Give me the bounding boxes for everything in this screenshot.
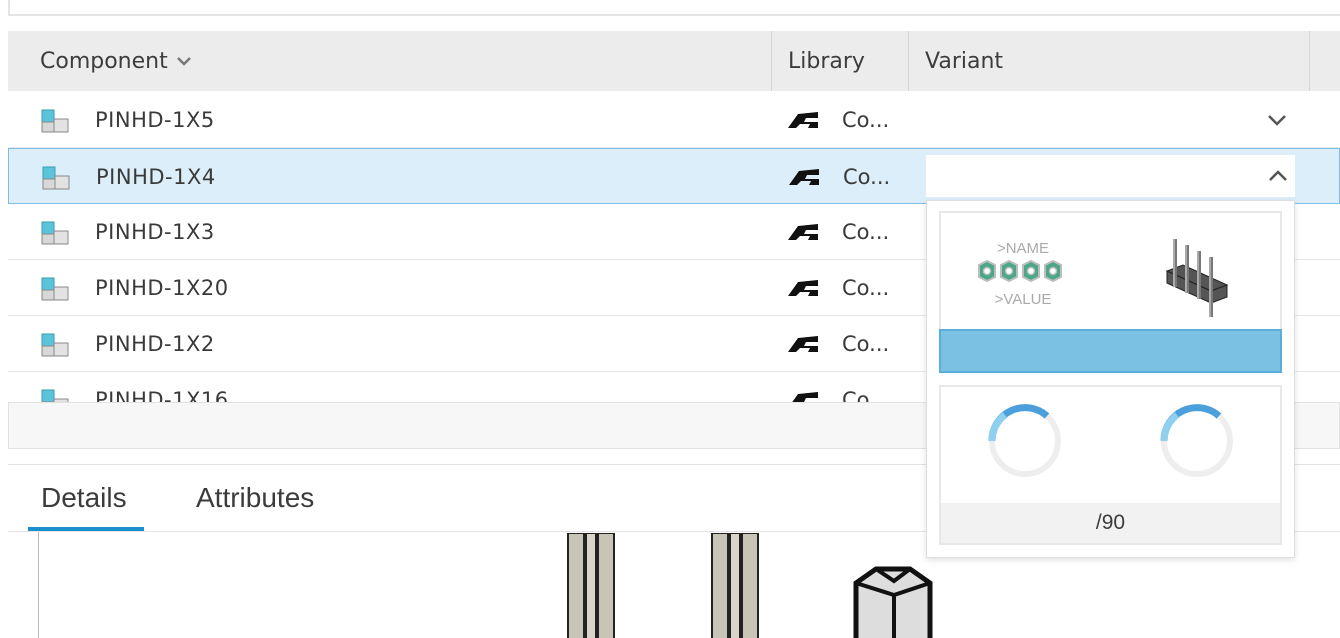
library-name: Co... — [842, 276, 890, 300]
pin-header-icon — [1165, 239, 1229, 317]
library-logo-icon — [788, 336, 818, 352]
footprint-ring-icon — [1160, 404, 1233, 477]
tab-details[interactable]: Details — [41, 482, 127, 514]
variant-select[interactable] — [926, 155, 1295, 197]
package-3d-preview — [567, 533, 933, 638]
component-cube-icon — [41, 333, 69, 357]
grid-header: Component Library Variant — [8, 31, 1340, 91]
library-logo-icon — [789, 169, 819, 185]
variant-label: /90 — [941, 503, 1280, 543]
column-divider[interactable] — [771, 31, 772, 91]
search-field[interactable] — [8, 0, 1340, 16]
component-name: PINHD-1X5 — [95, 108, 215, 132]
chevron-down-icon[interactable] — [1266, 112, 1288, 128]
component-cube-icon — [41, 109, 69, 133]
column-divider[interactable] — [908, 31, 909, 91]
column-divider[interactable] — [1309, 31, 1310, 91]
chevron-up-icon[interactable] — [1267, 168, 1289, 184]
component-name: PINHD-1X16 — [95, 388, 229, 402]
variant-option[interactable]: >NAME >VALUE — [939, 211, 1282, 373]
column-header-variant[interactable]: Variant — [925, 31, 1003, 91]
component-cube-icon — [42, 166, 70, 190]
component-name: PINHD-1X20 — [95, 276, 229, 300]
component-name: PINHD-1X2 — [95, 332, 215, 356]
library-logo-icon — [788, 112, 818, 128]
library-logo-icon — [792, 392, 818, 402]
component-cube-icon — [41, 221, 69, 245]
library-name: Co... — [842, 220, 890, 244]
column-header-library[interactable]: Library — [788, 31, 865, 91]
library-name: Co... — [843, 165, 891, 189]
preview-border — [38, 532, 39, 638]
selected-variant-label — [939, 329, 1282, 373]
table-row-selected[interactable]: PINHD-1X4 Co... — [8, 148, 1340, 204]
column-header-component-label: Component — [40, 48, 168, 74]
column-header-library-label: Library — [788, 48, 865, 74]
library-logo-icon — [788, 224, 818, 240]
column-header-variant-label: Variant — [925, 48, 1004, 74]
component-name: PINHD-1X3 — [95, 220, 215, 244]
symbol-name-text: >NAME — [997, 240, 1049, 257]
component-cube-icon — [41, 277, 69, 301]
library-name: Co... — [842, 108, 890, 132]
tab-attributes[interactable]: Attributes — [196, 482, 314, 514]
symbol-value-text: >VALUE — [995, 291, 1052, 308]
component-name: PINHD-1X4 — [96, 165, 216, 189]
library-name: Co... — [842, 332, 890, 356]
column-header-component[interactable]: Component — [40, 31, 192, 91]
chevron-down-icon — [176, 57, 191, 66]
table-row[interactable]: PINHD-1X5 Co... — [8, 92, 1340, 148]
footprint-ring-icon — [988, 404, 1061, 477]
library-name: Co... — [842, 388, 890, 402]
library-logo-icon — [788, 280, 818, 296]
variant-option[interactable]: /90 — [939, 385, 1282, 545]
component-cube-icon — [41, 389, 69, 402]
variant-dropdown: >NAME >VALUE /90 — [926, 200, 1295, 558]
schematic-symbol-preview: >NAME >VALUE — [978, 240, 1062, 308]
